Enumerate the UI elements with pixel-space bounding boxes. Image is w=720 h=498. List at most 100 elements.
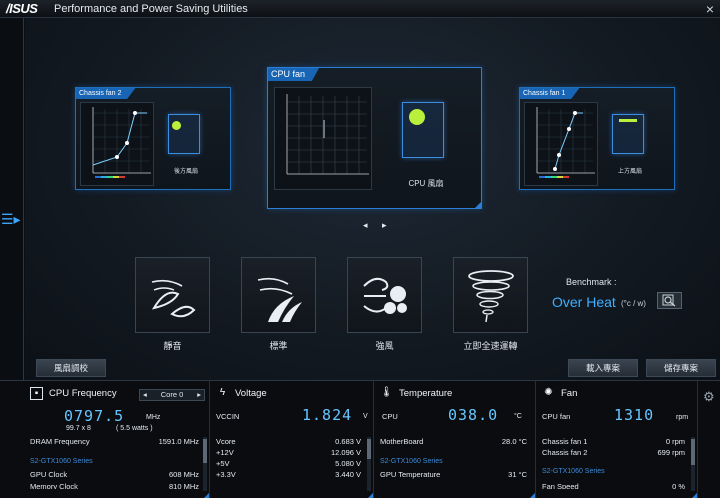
voltage-label: +5V [216,459,230,468]
gpu-temp-label: GPU Temperature [380,470,441,479]
case-icon [168,114,200,154]
app-title: Performance and Power Saving Utilities [54,3,248,15]
fan-curve-graph[interactable] [80,102,154,186]
close-button[interactable]: × [706,1,714,17]
case-label: CPU 風扇 [408,179,444,188]
section-header: ✺ Fan [542,387,577,400]
voltage-label: +12V [216,448,234,457]
gpu-name: S2-GTX1060 Series [542,468,605,475]
fan-highlight-icon [619,119,637,122]
cpu-fan-label: CPU fan [542,412,571,421]
cpu-temp-value: 038.0 [448,406,499,424]
section-title: Fan [561,388,578,400]
lightning-icon: ϟ [219,387,226,398]
section-corner-icon [203,493,209,498]
cpu-chip-icon: ▪ [30,387,43,400]
fan-curve-chart [536,107,595,178]
silent-mode-label: 靜音 [163,341,182,351]
section-header: ϟ Voltage [216,387,267,400]
standard-mode-button[interactable] [241,257,316,333]
asus-logo: /ISUS [6,1,38,16]
voltage-value: 3.440 V [335,470,361,479]
section-title: Voltage [235,388,267,400]
case-icon [612,114,644,154]
full-speed-tornado-icon [468,270,514,323]
benchmark-search-button[interactable] [657,292,682,309]
save-profile-button[interactable]: 儲存專案 [646,359,716,377]
app-window: /ISUS Performance and Power Saving Utili… [0,0,720,498]
gpu-temp-value: 31 °C [508,470,527,479]
section-header: ▪ CPU Frequency [30,387,117,400]
cpu-frequency-section: ▪ CPU Frequency ◂ Core 0 ▸ 0797.5 MHz 99.… [24,381,210,498]
voltage-section: ϟ Voltage VCCIN 1.824 V Vcore 0.683 V +12… [210,381,374,498]
prev-core-icon[interactable]: ◂ [143,390,147,400]
left-sidebar: ☰▸ [0,18,24,380]
fan-label: Chassis fan 2 [542,448,588,457]
voltage-value: 5.080 V [335,459,361,468]
panel-tab: CPU fan [268,68,320,81]
fan-curve-graph[interactable] [524,102,598,186]
dram-frequency-value: 1591.0 MHz [158,437,199,446]
section-corner-icon [529,493,535,498]
fan-xpert-main: Chassis fan 2 後方風扇 CPU fan CPU 風扇 Chassi… [25,18,720,380]
core-select-value: Core 0 [160,390,184,399]
gpu-fan-speed-label: Fan Speed [542,482,579,489]
gpu-name: S2-GTX1060 Series [30,458,93,465]
section-corner-icon [367,493,373,498]
standard-mode-label: 標準 [269,341,288,351]
scrollbar[interactable] [203,437,207,491]
silent-leaf-icon [151,279,196,318]
turbo-wind-icon [363,277,407,314]
next-core-icon[interactable]: ▸ [197,390,201,400]
turbo-mode-label: 強風 [375,341,394,351]
section-title: CPU Frequency [49,388,117,400]
scrollbar[interactable] [691,437,695,491]
settings-gear-icon[interactable]: ⚙ [703,389,715,405]
chassis-fan-2-panel[interactable]: Chassis fan 2 後方風扇 [75,87,231,190]
cpu-temp-label: CPU [382,412,398,421]
title-bar: /ISUS Performance and Power Saving Utili… [0,0,720,18]
turbo-mode-button[interactable] [347,257,422,333]
silent-mode-button[interactable] [135,257,210,333]
gpu-name: S2-GTX1060 Series [380,458,443,465]
cpu-frequency-value: 0797.5 [64,407,125,425]
fan-curve-chart [286,94,369,175]
chassis-fan-1-panel[interactable]: Chassis fan 1 上方風扇 [519,87,675,190]
fan-section: ✺ Fan CPU fan 1310 rpm Chassis fan 1 0 rp… [536,381,698,498]
temperature-section: 🌡 Temperature CPU 038.0 °C MotherBoard 28… [374,381,536,498]
fan-tuning-button[interactable]: 風扇調校 [36,359,106,377]
gpu-clock-value: 608 MHz [168,470,199,479]
vccin-label: VCCIN [216,412,240,421]
vccin-unit: V [363,413,368,420]
voltage-label: Vcore [216,437,236,446]
memory-clock-value: 810 MHz [168,482,199,489]
case-label: 後方風扇 [173,169,198,175]
full-speed-mode-button[interactable] [453,257,528,333]
gpu-fan-speed-value: 0 % [672,482,685,489]
fan-curve-graph[interactable] [274,87,372,190]
panel-tab: Chassis fan 2 [76,88,136,99]
section-header: 🌡 Temperature [380,387,452,400]
memory-clock-label: Memory Clock [30,482,78,489]
scrollbar[interactable] [367,437,371,491]
cpu-frequency-unit: MHz [146,414,161,421]
core-select-dropdown[interactable]: ◂ Core 0 ▸ [139,389,205,401]
cpu-multiplier: 99.7 x 8 [66,425,91,432]
benchmark-value: Over Heat [552,294,616,310]
magnifier-icon [662,294,676,307]
gpu-clock-label: GPU Clock [30,470,68,479]
fan-value: 699 rpm [657,448,685,457]
load-profile-button[interactable]: 載入專案 [568,359,638,377]
fan-icon: ✺ [544,387,553,398]
benchmark-label: Benchmark : [566,277,617,287]
cpu-watts: ( 5.5 watts ) [116,425,153,432]
fan-value: 0 rpm [665,437,685,446]
panel-nav-arrows[interactable]: ◂ ▸ [363,220,393,231]
panel-corner-icon [475,202,481,208]
full-speed-mode-label: 立即全速運轉 [463,341,518,351]
cpu-fan-value: 1310 [614,406,655,424]
motherboard-temp-label: MotherBoard [380,437,424,446]
benchmark-unit: (°c / w) [621,299,646,308]
menu-icon[interactable]: ☰▸ [1,211,21,228]
cpu-fan-panel[interactable]: CPU fan CPU 風扇 [267,67,482,209]
